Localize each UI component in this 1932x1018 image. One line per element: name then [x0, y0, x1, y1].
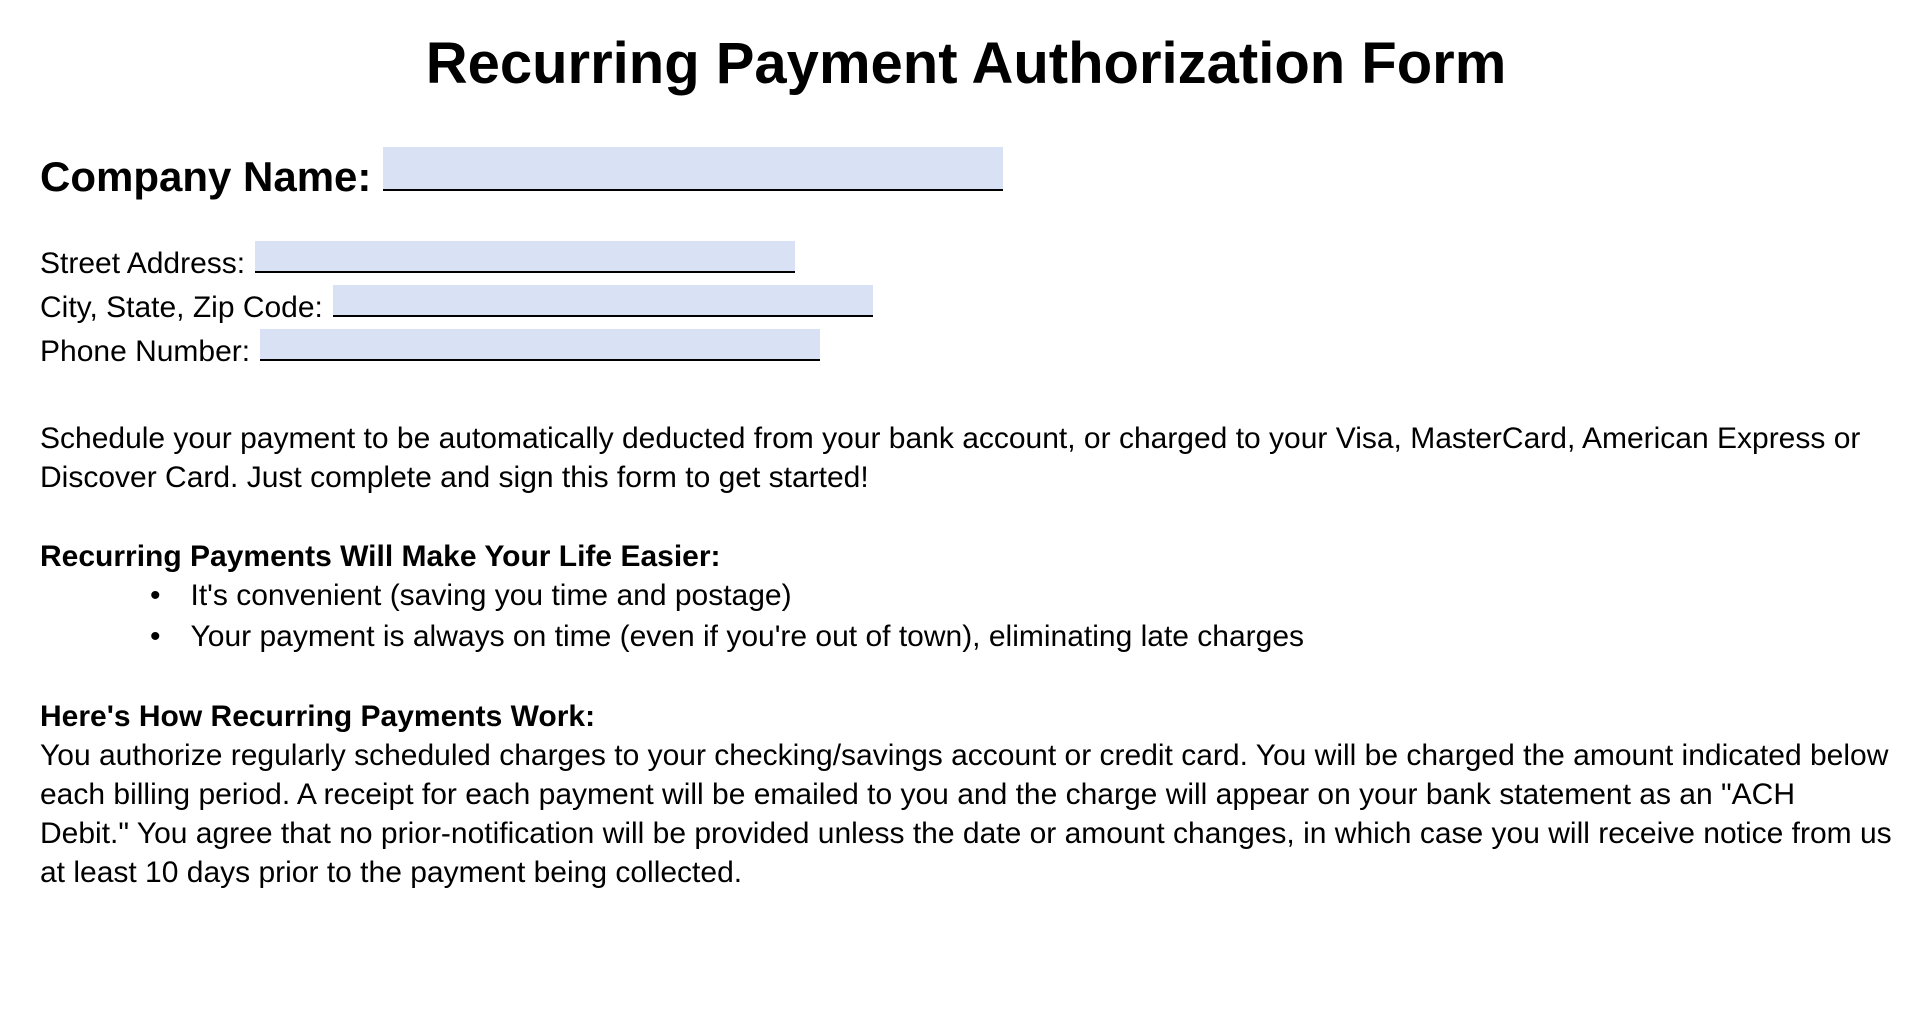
how-it-works-body: You authorize regularly scheduled charge… — [40, 736, 1892, 892]
benefits-section: Recurring Payments Will Make Your Life E… — [40, 537, 1892, 657]
street-address-field[interactable] — [255, 241, 795, 273]
city-state-zip-field[interactable] — [333, 285, 873, 317]
form-title: Recurring Payment Authorization Form — [40, 30, 1892, 97]
company-name-label: Company Name: — [40, 153, 371, 201]
city-state-zip-label: City, State, Zip Code: — [40, 291, 323, 325]
street-address-label: Street Address: — [40, 247, 245, 281]
company-name-field[interactable] — [383, 147, 1003, 191]
company-name-row: Company Name: — [40, 147, 1892, 201]
benefits-list: It's convenient (saving you time and pos… — [40, 576, 1892, 657]
list-item: Your payment is always on time (even if … — [150, 617, 1892, 658]
intro-paragraph: Schedule your payment to be automaticall… — [40, 419, 1892, 497]
street-address-row: Street Address: — [40, 241, 1892, 281]
city-state-zip-row: City, State, Zip Code: — [40, 285, 1892, 325]
how-it-works-heading: Here's How Recurring Payments Work: — [40, 697, 1892, 736]
benefits-heading: Recurring Payments Will Make Your Life E… — [40, 537, 1892, 576]
phone-number-label: Phone Number: — [40, 335, 250, 369]
list-item: It's convenient (saving you time and pos… — [150, 576, 1892, 617]
phone-number-row: Phone Number: — [40, 329, 1892, 369]
phone-number-field[interactable] — [260, 329, 820, 361]
address-block: Street Address: City, State, Zip Code: P… — [40, 241, 1892, 369]
how-it-works-section: Here's How Recurring Payments Work: You … — [40, 697, 1892, 892]
